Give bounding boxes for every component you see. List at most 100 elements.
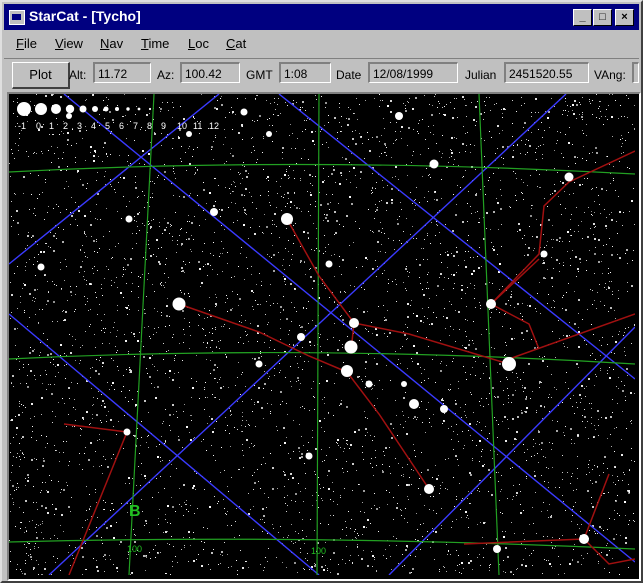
direction-marker[interactable]: B	[129, 503, 141, 520]
faint-star	[240, 550, 241, 551]
faint-star	[47, 354, 49, 356]
faint-star	[127, 124, 128, 125]
faint-star	[315, 564, 316, 565]
faint-star	[205, 335, 206, 336]
faint-star	[543, 502, 544, 503]
faint-star	[22, 573, 23, 574]
faint-star	[52, 504, 53, 505]
faint-star	[265, 365, 266, 366]
faint-star	[29, 293, 31, 295]
sky-map[interactable]: -1 0 1 2 3 4 5 6 7 8 9 10 11 12 B 100 10…	[7, 92, 641, 581]
alt-field[interactable]: 11.72	[93, 62, 151, 83]
faint-star	[182, 310, 184, 312]
sky-canvas[interactable]: -1 0 1 2 3 4 5 6 7 8 9 10 11 12 B 100 10…	[9, 94, 636, 576]
faint-star	[631, 285, 633, 287]
julian-field[interactable]: 2451520.55	[504, 62, 589, 83]
menu-loc[interactable]: Loc	[188, 36, 209, 51]
faint-star	[525, 565, 527, 567]
faint-star	[219, 348, 220, 349]
close-button[interactable]: ×	[615, 9, 634, 26]
faint-star	[305, 558, 306, 559]
faint-star	[585, 427, 586, 428]
faint-star	[484, 140, 485, 141]
menu-file[interactable]: File	[16, 36, 37, 51]
faint-star	[291, 473, 292, 474]
faint-star	[374, 98, 375, 99]
faint-star	[183, 329, 184, 330]
faint-star	[105, 459, 106, 460]
faint-star	[138, 310, 139, 311]
faint-star	[106, 153, 107, 154]
faint-star	[494, 417, 495, 418]
faint-star	[537, 453, 538, 454]
faint-star	[371, 193, 372, 194]
faint-star	[91, 236, 92, 237]
title-bar[interactable]: StarCat - [Tycho] _ □ ×	[4, 4, 639, 30]
faint-star	[590, 228, 591, 229]
faint-star	[495, 153, 496, 154]
faint-star	[428, 126, 429, 127]
faint-star	[72, 129, 73, 130]
plot-button[interactable]: Plot	[12, 62, 70, 89]
faint-star	[70, 511, 71, 512]
faint-star	[576, 207, 577, 208]
vang-field[interactable]	[632, 62, 639, 83]
faint-star	[611, 116, 613, 118]
faint-star	[405, 105, 406, 106]
faint-star	[220, 472, 221, 473]
menu-nav[interactable]: Nav	[100, 36, 123, 51]
faint-star	[589, 99, 590, 100]
faint-star	[523, 182, 524, 183]
faint-star	[327, 475, 328, 476]
faint-star	[330, 572, 331, 573]
faint-star	[469, 423, 471, 425]
faint-star	[160, 111, 161, 112]
faint-star	[24, 573, 26, 575]
faint-star	[92, 418, 93, 419]
faint-star	[501, 489, 502, 490]
menu-cat[interactable]: Cat	[226, 36, 246, 51]
faint-star	[479, 422, 480, 423]
faint-star	[588, 438, 589, 439]
faint-star	[493, 211, 495, 213]
faint-star	[293, 543, 294, 544]
date-field[interactable]: 12/08/1999	[368, 62, 458, 83]
faint-star	[490, 564, 491, 565]
faint-star	[459, 483, 460, 484]
minimize-button[interactable]: _	[573, 9, 592, 26]
faint-star	[101, 320, 102, 321]
faint-star	[341, 274, 342, 275]
menu-time[interactable]: Time	[141, 36, 169, 51]
faint-star	[320, 334, 321, 335]
maximize-button[interactable]: □	[593, 9, 612, 26]
faint-star	[248, 341, 249, 342]
faint-star	[534, 471, 535, 472]
faint-star	[68, 414, 69, 415]
faint-star	[71, 497, 72, 498]
faint-star	[312, 176, 313, 177]
faint-star	[619, 574, 620, 575]
menu-view[interactable]: View	[55, 36, 83, 51]
faint-star	[31, 111, 32, 112]
faint-star	[596, 94, 597, 95]
faint-star	[101, 288, 102, 289]
app-icon[interactable]	[9, 10, 25, 25]
faint-star	[570, 483, 571, 484]
faint-star	[303, 308, 304, 309]
az-field[interactable]: 100.42	[180, 62, 240, 83]
faint-star	[252, 218, 253, 219]
faint-star	[531, 553, 532, 554]
faint-star	[41, 532, 42, 533]
faint-star	[472, 367, 473, 368]
faint-star	[231, 477, 232, 478]
faint-star	[391, 437, 393, 439]
faint-star	[230, 153, 231, 154]
faint-star	[622, 390, 624, 392]
faint-star	[63, 531, 64, 532]
faint-star	[483, 406, 484, 407]
faint-star	[362, 534, 363, 535]
faint-star	[628, 524, 629, 525]
faint-star	[501, 246, 502, 247]
gmt-field[interactable]: 1:08	[279, 62, 331, 83]
faint-star	[326, 194, 327, 195]
